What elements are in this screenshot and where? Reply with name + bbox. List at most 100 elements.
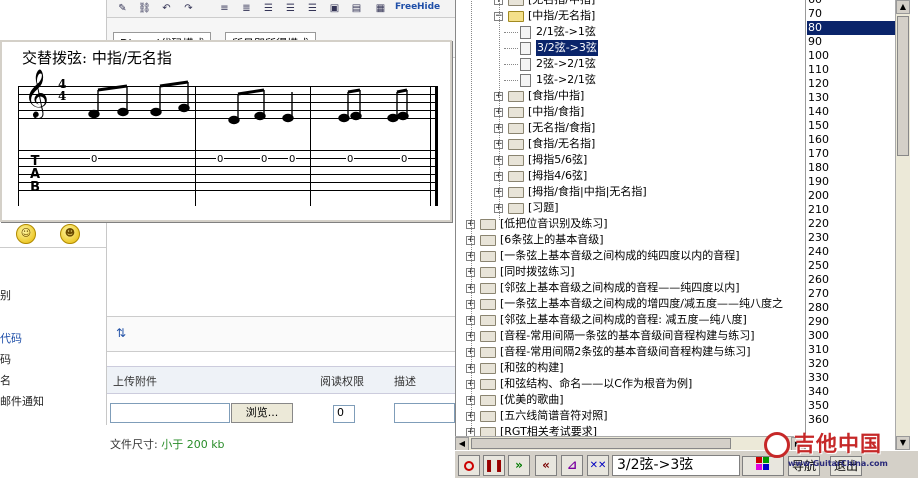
metronome-button[interactable]: ⊿ — [561, 455, 583, 476]
tempo-option[interactable]: 230 — [807, 231, 895, 245]
resize-icon[interactable]: ⇅ — [116, 326, 126, 340]
tempo-option[interactable]: 270 — [807, 287, 895, 301]
tempo-list[interactable]: 6070809010011012013014015016017018019020… — [805, 0, 895, 450]
tempo-option[interactable]: 240 — [807, 245, 895, 259]
tempo-option[interactable]: 250 — [807, 259, 895, 273]
link-icon[interactable]: ⛓ — [137, 1, 152, 16]
sidebar-item-3: 码 — [0, 353, 11, 366]
tempo-option[interactable]: 120 — [807, 77, 895, 91]
tempo-option[interactable]: 60 — [807, 0, 895, 7]
sidebar-item-2[interactable]: 代码 — [0, 330, 22, 346]
tempo-option[interactable]: 180 — [807, 161, 895, 175]
hide-button[interactable]: Hide — [417, 2, 440, 12]
tab-line — [18, 158, 438, 159]
align-left-icon[interactable]: ☰ — [261, 1, 276, 16]
description-input[interactable] — [394, 403, 455, 423]
tree-item[interactable]: + [拇指4/6弦] — [456, 168, 805, 184]
scroll-left-icon[interactable]: ◀ — [455, 437, 469, 451]
emoji-row: ☺ ☻ — [0, 222, 106, 248]
tempo-option[interactable]: 220 — [807, 217, 895, 231]
free-button[interactable]: Free — [395, 2, 417, 12]
tempo-option[interactable]: 100 — [807, 49, 895, 63]
tree-item[interactable]: + [音程-常用间隔2条弦的基本音级间音程构建与练习] — [456, 344, 805, 360]
loop-button[interactable]: ✕✕ — [587, 455, 609, 476]
tree-item[interactable]: 2弦->2/1弦 — [456, 56, 805, 72]
tempo-option[interactable]: 190 — [807, 175, 895, 189]
undo-icon[interactable]: ↶ — [159, 1, 174, 16]
tempo-option[interactable]: 330 — [807, 371, 895, 385]
tree-item[interactable]: + [拇指5/6弦] — [456, 152, 805, 168]
tree-item[interactable]: + [拇指/食指|中指|无名指] — [456, 184, 805, 200]
tempo-option[interactable]: 280 — [807, 301, 895, 315]
tree-item[interactable]: + [食指/中指] — [456, 88, 805, 104]
clear-format-icon[interactable]: ✎ — [115, 1, 130, 16]
tempo-option[interactable]: 70 — [807, 7, 895, 21]
tempo-option[interactable]: 140 — [807, 105, 895, 119]
stop-button[interactable] — [458, 455, 480, 476]
tree-item[interactable]: 1弦->2/1弦 — [456, 72, 805, 88]
permission-input[interactable]: 0 — [333, 405, 355, 423]
browse-button[interactable]: 浏览... — [231, 403, 293, 423]
play-button[interactable]: » — [508, 455, 530, 476]
tempo-option[interactable]: 360 — [807, 413, 895, 427]
tree-item[interactable]: + [和弦的构建] — [456, 360, 805, 376]
unordered-list-icon[interactable]: ≣ — [239, 1, 254, 16]
tempo-option[interactable]: 310 — [807, 343, 895, 357]
tempo-option[interactable]: 170 — [807, 147, 895, 161]
tree-item[interactable]: + [邻弦上基本音级之间构成的音程: 减五度—纯八度] — [456, 312, 805, 328]
scroll-up-icon[interactable]: ▲ — [896, 0, 910, 14]
tempo-option[interactable]: 150 — [807, 119, 895, 133]
tempo-option[interactable]: 260 — [807, 273, 895, 287]
tree-item[interactable]: + [RGT相关考试要求] — [456, 424, 805, 436]
tempo-option[interactable]: 110 — [807, 63, 895, 77]
tree-item[interactable]: − [中指/无名指] — [456, 8, 805, 24]
tree-item[interactable]: + [和弦结构、命名——以C作为根音为例] — [456, 376, 805, 392]
tree-item[interactable]: + [6条弦上的基本音级] — [456, 232, 805, 248]
tempo-option[interactable]: 130 — [807, 91, 895, 105]
redo-icon[interactable]: ↷ — [181, 1, 196, 16]
grin-icon[interactable]: ☻ — [60, 224, 80, 244]
tree-scroll-thumb[interactable] — [471, 438, 731, 449]
tree-item[interactable]: +[无名指/中指] — [456, 0, 805, 8]
tree-item[interactable]: + [一条弦上基本音级之间构成的纯四度以内的音程] — [456, 248, 805, 264]
smiley-icon[interactable]: ☺ — [16, 224, 36, 244]
tree-item[interactable]: 3/2弦->3弦 — [456, 40, 805, 56]
tree-item[interactable]: + [低把位音识别及练习] — [456, 216, 805, 232]
loop-icon: ✕✕ — [589, 460, 607, 471]
indent-icon[interactable]: ▣ — [327, 1, 342, 16]
tempo-option[interactable]: 160 — [807, 133, 895, 147]
tree-item[interactable]: + [食指/无名指] — [456, 136, 805, 152]
tree-item[interactable]: + [习题] — [456, 200, 805, 216]
tempo-option[interactable]: 320 — [807, 357, 895, 371]
tree-item[interactable]: + [一条弦上基本音级之间构成的增四度/减五度——纯八度之 — [456, 296, 805, 312]
tree-item[interactable]: + [中指/食指] — [456, 104, 805, 120]
tempo-option[interactable]: 290 — [807, 315, 895, 329]
rewind-button[interactable]: « — [535, 455, 557, 476]
tempo-option[interactable]: 200 — [807, 189, 895, 203]
file-path-input[interactable] — [110, 403, 230, 423]
tree-item[interactable]: + [优美的歌曲] — [456, 392, 805, 408]
tree-item[interactable]: + [邻弦上基本音级之间构成的音程——纯四度以内] — [456, 280, 805, 296]
table-icon[interactable]: ▦ — [373, 1, 388, 16]
tree-item[interactable]: 2/1弦->1弦 — [456, 24, 805, 40]
tree-item[interactable]: + [五六线简谱音符对照] — [456, 408, 805, 424]
tempo-option[interactable]: 80 — [807, 21, 895, 35]
pause-button[interactable]: ❚❚ — [483, 455, 505, 476]
align-center-icon[interactable]: ☰ — [283, 1, 298, 16]
ordered-list-icon[interactable]: ≡ — [217, 1, 232, 16]
tempo-option[interactable]: 340 — [807, 385, 895, 399]
tempo-option[interactable]: 350 — [807, 399, 895, 413]
outdent-icon[interactable]: ▤ — [349, 1, 364, 16]
tab-number: 0 — [346, 154, 355, 165]
upload-col-description: 描述 — [394, 375, 416, 388]
tempo-scroll-thumb[interactable] — [897, 16, 909, 156]
tree-item[interactable]: + [无名指/食指] — [456, 120, 805, 136]
tempo-option[interactable]: 90 — [807, 35, 895, 49]
tree-item[interactable]: + [音程-常用间隔一条弦的基本音级间音程构建与练习] — [456, 328, 805, 344]
tempo-option[interactable]: 300 — [807, 329, 895, 343]
tree-item[interactable]: + [同时拨弦练习] — [456, 264, 805, 280]
tempo-vertical-scrollbar[interactable]: ▲ ▼ — [895, 0, 910, 450]
align-right-icon[interactable]: ☰ — [305, 1, 320, 16]
tempo-option[interactable]: 210 — [807, 203, 895, 217]
tree-horizontal-scrollbar[interactable]: ◀ ▶ — [455, 436, 805, 451]
